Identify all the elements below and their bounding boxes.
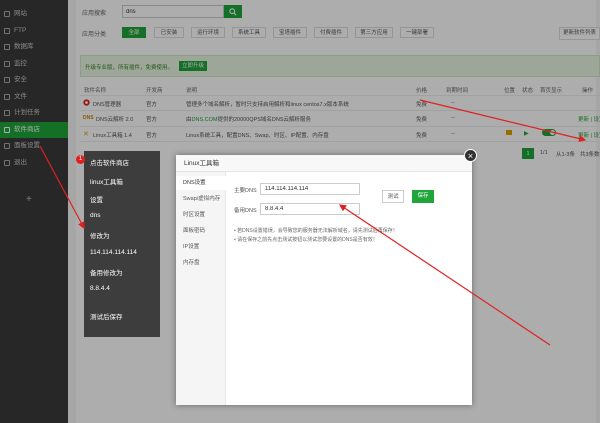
primary-dns-label: 主要DNS xyxy=(234,188,257,194)
guide-line: linux工具箱 xyxy=(90,179,123,186)
guide-line: dns xyxy=(90,212,101,219)
primary-dns-input[interactable] xyxy=(260,183,360,195)
guide-line: 设置 xyxy=(90,197,103,204)
backup-dns-input[interactable] xyxy=(260,203,360,215)
step-badge: 1 xyxy=(76,155,85,164)
tab-timezone[interactable]: 时区设置 xyxy=(176,208,226,222)
guide-line: 修改为 xyxy=(90,233,110,240)
tab-ip[interactable]: IP设置 xyxy=(176,240,226,254)
tab-ramdisk[interactable]: 内存盘 xyxy=(176,256,226,270)
tab-panel-password[interactable]: 面板密码 xyxy=(176,224,226,238)
save-button[interactable]: 保存 xyxy=(412,190,434,203)
backup-dns-label: 备用DNS xyxy=(234,208,257,214)
toolbox-dialog: Linux工具箱 DNS设置 Swap/虚拟内存 时区设置 面板密码 IP设置 … xyxy=(176,155,472,405)
guide-line: 8.8.4.4 xyxy=(90,285,110,292)
tip-2: • 请在保存之前先点击测试按钮以测试您要设置的DNS是否有效！ xyxy=(234,237,378,243)
dialog-title: Linux工具箱 xyxy=(176,155,472,172)
close-icon[interactable]: × xyxy=(464,149,477,162)
guide-line: 点击软件商店 xyxy=(90,160,129,167)
test-button[interactable]: 测试 xyxy=(382,190,404,203)
dialog-tabs: DNS设置 Swap/虚拟内存 时区设置 面板密码 IP设置 内存盘 xyxy=(176,172,226,405)
tab-dns[interactable]: DNS设置 xyxy=(176,176,226,190)
guide-line: 测试后保存 xyxy=(90,314,123,321)
tab-swap[interactable]: Swap/虚拟内存 xyxy=(176,192,226,206)
guide-line: 114.114.114.114 xyxy=(90,249,137,256)
tutorial-guide: 点击软件商店 linux工具箱 设置 dns 修改为 114.114.114.1… xyxy=(84,151,160,337)
guide-line: 备用修改为 xyxy=(90,270,123,277)
tip-1: • 若DNS设置错误，会导致您的服务器无法解析域名，请先测试后再保存！ xyxy=(234,228,398,234)
